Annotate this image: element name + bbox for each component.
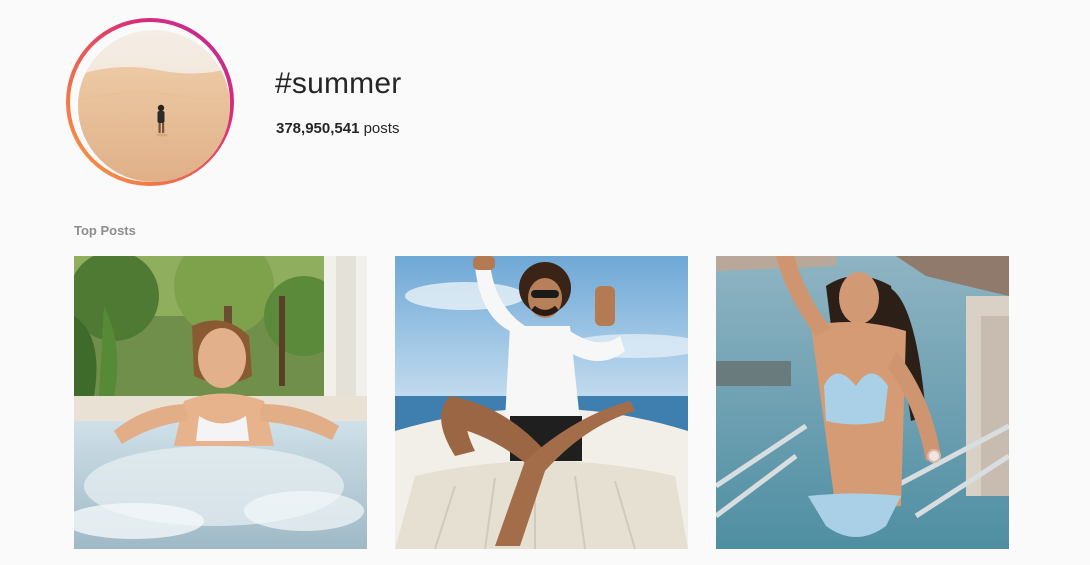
top-post-1[interactable]	[74, 256, 367, 549]
post-count: 378,950,541 posts	[276, 120, 399, 137]
hashtag-avatar-ring[interactable]	[66, 18, 234, 186]
hashtag-title: #summer	[275, 67, 402, 100]
top-posts-label: Top Posts	[74, 223, 136, 238]
top-post-3[interactable]	[716, 256, 1009, 549]
post-count-number: 378,950,541	[276, 120, 360, 137]
hashtag-page: #summer 378,950,541 posts Top Posts	[0, 0, 1090, 565]
top-post-2[interactable]	[395, 256, 688, 549]
post-count-suffix: posts	[363, 120, 400, 137]
hashtag-avatar[interactable]	[78, 30, 230, 182]
